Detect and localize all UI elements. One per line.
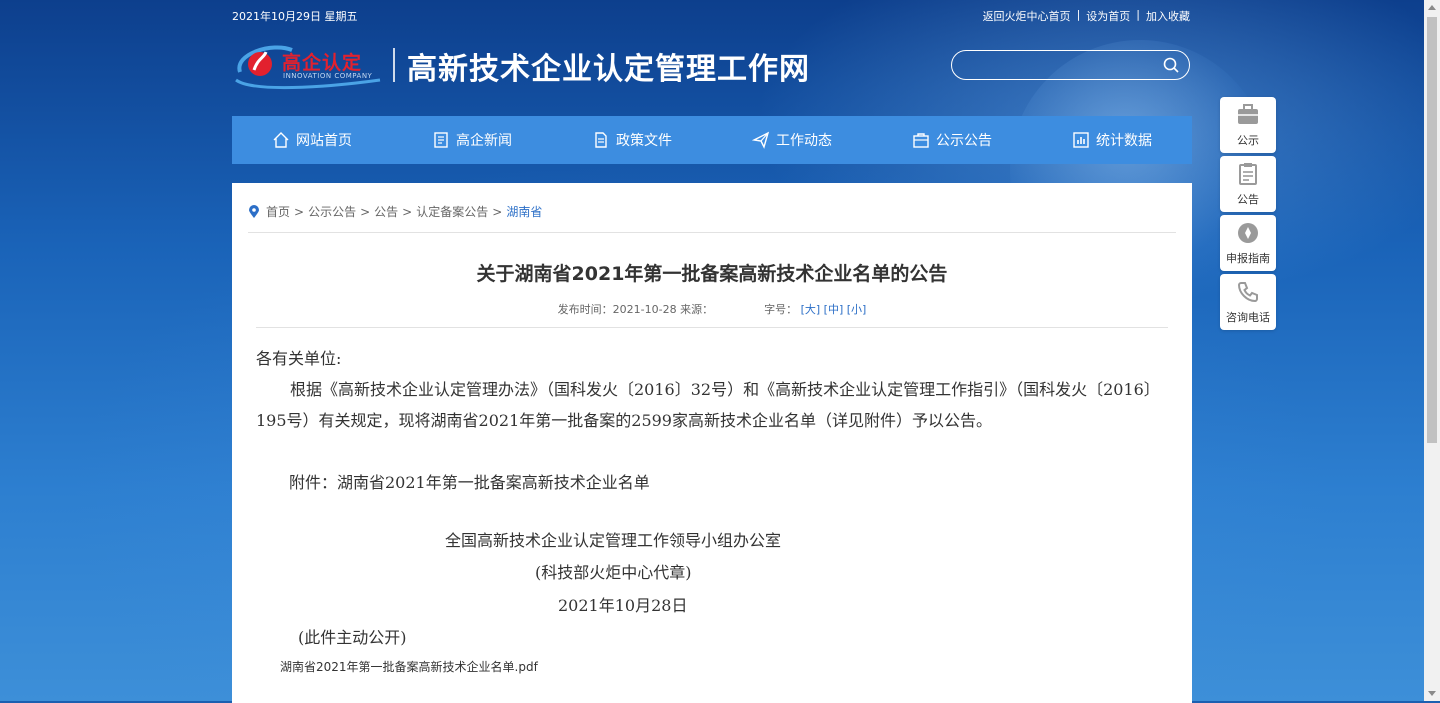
divider xyxy=(256,327,1168,328)
sidebar-label: 公示 xyxy=(1237,134,1259,147)
sidebar-label: 申报指南 xyxy=(1226,252,1270,265)
compass-icon xyxy=(1238,223,1258,243)
article-title: 关于湖南省2021年第一批备案高新技术企业名单的公告 xyxy=(476,263,948,285)
nav-item-work-updates[interactable]: 工作动态 xyxy=(712,116,872,164)
nav-item-notices[interactable]: 公示公告 xyxy=(872,116,1032,164)
location-pin-icon xyxy=(249,204,259,218)
current-date: 2021年10月29日 星期五 xyxy=(232,10,358,23)
nav-item-policy[interactable]: 政策文件 xyxy=(552,116,712,164)
scrollbar-thumb[interactable] xyxy=(1427,17,1437,443)
logo-brand-cn: 高企认定 xyxy=(282,52,363,74)
breadcrumb-announcement[interactable]: 公告 xyxy=(374,203,398,220)
nav-item-home[interactable]: 网站首页 xyxy=(232,116,392,164)
font-size-label: 字号： xyxy=(764,303,798,316)
logo-divider xyxy=(393,48,395,82)
published-label: 发布时间： xyxy=(557,303,613,316)
font-size-small[interactable]: [小] xyxy=(847,303,867,316)
sidebar-item-announcement[interactable]: 公告 xyxy=(1220,156,1276,212)
signature-stamp: (科技部火炬中心代章) xyxy=(535,563,692,582)
link-torch-home[interactable]: 返回火炬中心首页 xyxy=(983,8,1071,24)
article-meta: 发布时间：2021-10-28 来源： 字号： [大] [中] [小] xyxy=(232,301,1192,317)
breadcrumb-notices[interactable]: 公示公告 xyxy=(308,203,356,220)
news-icon xyxy=(434,132,448,148)
attachment-file-link[interactable]: 湖南省2021年第一批备案高新技术企业名单.pdf xyxy=(280,658,538,675)
breadcrumb-current[interactable]: 湖南省 xyxy=(506,203,542,220)
main-paragraph: 根据《高新技术企业认定管理办法》（国科发火〔2016〕32号）和《高新技术企业认… xyxy=(256,380,1160,430)
nav-item-news[interactable]: 高企新闻 xyxy=(392,116,552,164)
salutation: 各有关单位: xyxy=(256,349,342,368)
font-size-medium[interactable]: [中] xyxy=(824,303,844,316)
clipboard-icon xyxy=(1239,163,1257,185)
send-icon xyxy=(752,131,770,149)
phone-icon xyxy=(1237,282,1258,303)
page-scrollbar[interactable] xyxy=(1424,0,1440,701)
breadcrumb-separator: > xyxy=(402,204,413,219)
search-box xyxy=(951,50,1190,80)
search-input[interactable] xyxy=(966,55,1160,77)
scroll-up-arrow-icon[interactable] xyxy=(1428,5,1436,10)
search-icon[interactable] xyxy=(1163,57,1179,73)
link-add-favorite[interactable]: 加入收藏 xyxy=(1146,8,1190,24)
link-set-homepage[interactable]: 设为首页 xyxy=(1086,8,1130,24)
main-nav: 网站首页 高企新闻 政策文件 工作动态 公示公告 统计数据 xyxy=(232,116,1192,164)
sidebar-label: 公告 xyxy=(1237,193,1259,206)
topbar-separator: | xyxy=(1136,8,1140,21)
chart-icon xyxy=(1073,132,1089,148)
breadcrumb-separator: > xyxy=(492,204,503,219)
breadcrumb-home[interactable]: 首页 xyxy=(266,203,290,220)
breadcrumb-filing[interactable]: 认定备案公告 xyxy=(416,203,488,220)
published-date: 2021-10-28 xyxy=(612,303,677,316)
notice-icon xyxy=(913,133,929,148)
nav-label: 工作动态 xyxy=(776,133,832,149)
signature-org: 全国高新技术企业认定管理工作领导小组办公室 xyxy=(445,531,782,550)
nav-label: 网站首页 xyxy=(296,133,352,149)
nav-label: 统计数据 xyxy=(1096,133,1152,149)
article-panel: 首页 > 公示公告 > 公告 > 认定备案公告 > 湖南省 关于湖南省2021年… xyxy=(232,183,1192,703)
sidebar-item-publicity[interactable]: 公示 xyxy=(1220,97,1276,153)
topbar-links: 返回火炬中心首页 | 设为首页 | 加入收藏 xyxy=(983,8,1190,24)
breadcrumb: 首页 > 公示公告 > 公告 > 认定备案公告 > 湖南省 xyxy=(248,203,542,220)
nav-label: 政策文件 xyxy=(616,133,672,149)
home-icon xyxy=(273,132,289,148)
article-body: 各有关单位: 根据《高新技术企业认定管理办法》（国科发火〔2016〕32号）和《… xyxy=(256,343,1168,436)
scroll-down-arrow-icon[interactable] xyxy=(1428,691,1436,696)
divider xyxy=(248,232,1176,233)
sidebar-label: 咨询电话 xyxy=(1226,311,1270,324)
site-title: 高新技术企业认定管理工作网 xyxy=(407,52,810,87)
signature-date: 2021年10月28日 xyxy=(558,596,688,615)
nav-label: 公示公告 xyxy=(936,133,992,149)
sidebar-item-guide[interactable]: 申报指南 xyxy=(1220,215,1276,271)
topbar-separator: | xyxy=(1076,8,1081,21)
disclosure-note: (此件主动公开) xyxy=(298,628,407,647)
nav-label: 高企新闻 xyxy=(456,133,512,149)
topbar: 2021年10月29日 星期五 返回火炬中心首页 | 设为首页 | 加入收藏 xyxy=(232,8,1192,26)
nav-item-statistics[interactable]: 统计数据 xyxy=(1032,116,1192,164)
attachment-note: 附件：湖南省2021年第一批备案高新技术企业名单 xyxy=(289,473,650,492)
sidebar-item-phone[interactable]: 咨询电话 xyxy=(1220,274,1276,330)
document-icon xyxy=(595,132,607,148)
floating-sidebar: 公示 公告 申报指南 咨询电话 xyxy=(1220,97,1276,333)
logo-brand-en: INNOVATION COMPANY xyxy=(283,72,373,80)
site-logo[interactable]: 高企认定 INNOVATION COMPANY 高新技术企业认定管理工作网 xyxy=(232,40,872,92)
briefcase-icon xyxy=(1238,104,1258,124)
source-label: 来源： xyxy=(680,303,714,316)
font-size-large[interactable]: [大] xyxy=(801,303,821,316)
breadcrumb-separator: > xyxy=(360,204,371,219)
breadcrumb-separator: > xyxy=(294,204,305,219)
